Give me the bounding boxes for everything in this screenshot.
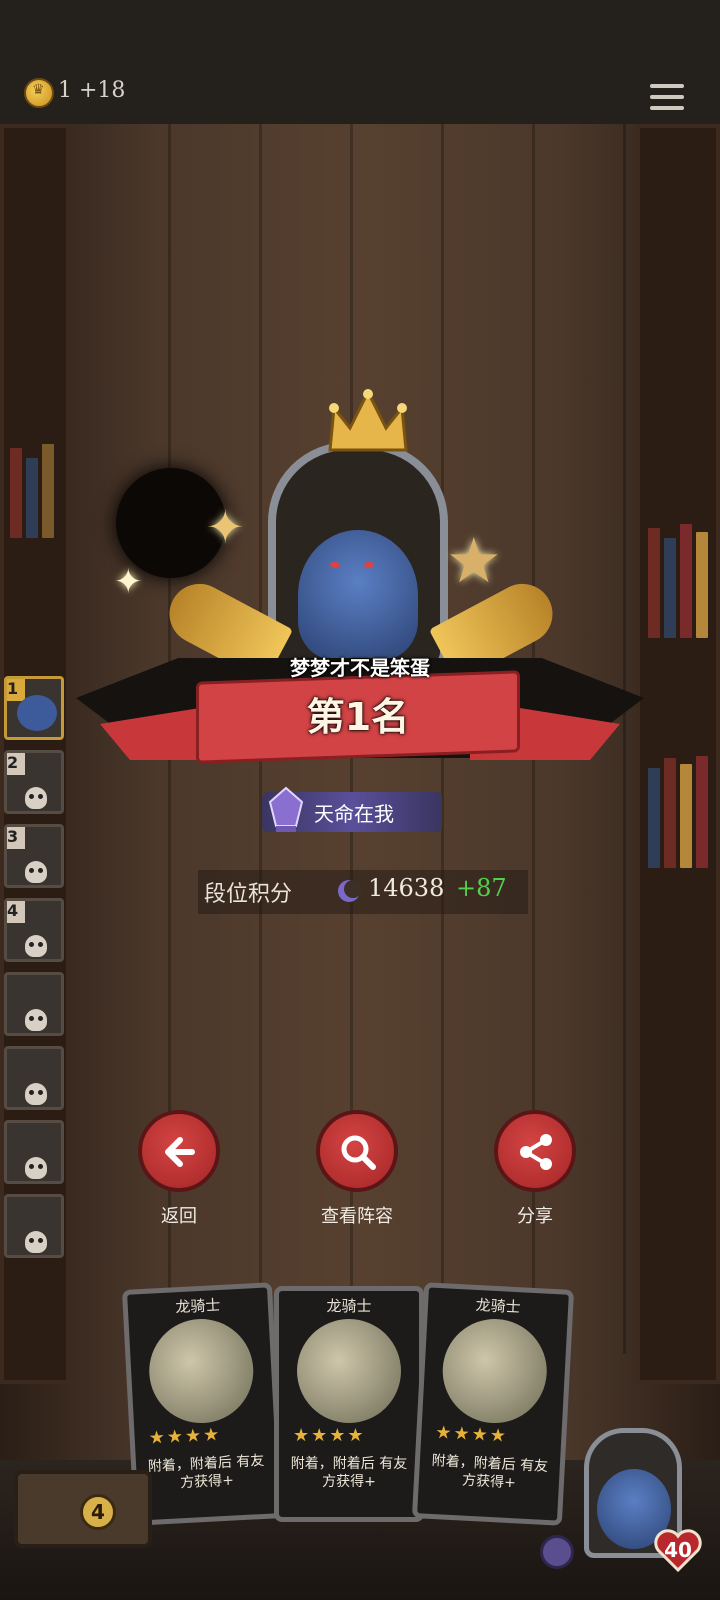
card-name: 龙骑士 <box>174 1295 221 1317</box>
rank-text: 第1名 <box>306 695 410 739</box>
ranking-slot-5[interactable] <box>4 972 64 1036</box>
score-value: 14638 <box>368 874 445 902</box>
blue-monster-avatar <box>17 695 57 731</box>
score-gain: +87 <box>456 874 507 902</box>
coin-count-text: 1 +18 <box>58 78 126 103</box>
ranking-slot-2[interactable]: 2 <box>4 750 64 814</box>
view-lineup-button[interactable] <box>316 1110 398 1192</box>
ranking-number: 2 <box>7 753 25 775</box>
search-icon <box>341 1135 376 1170</box>
winner-portrait-frame <box>268 442 448 672</box>
ranking-slot-8[interactable] <box>4 1194 64 1258</box>
card-stars: ★★★★ <box>148 1424 222 1449</box>
card-description: 附着，附着后 有友方获得+ <box>431 1452 549 1492</box>
skull-icon <box>25 861 47 883</box>
unit-card[interactable]: 龙骑士 ★★★★ 附着，附着后 有友方获得+ <box>274 1286 424 1522</box>
coin-count-badge: 4 <box>80 1494 116 1530</box>
sparkle-star-icon: ✦ <box>206 500 245 554</box>
dragon-knight-art <box>146 1316 256 1426</box>
back-button[interactable] <box>138 1110 220 1192</box>
share-icon <box>520 1134 552 1170</box>
card-description: 附着，附着后 有友方获得+ <box>290 1456 408 1490</box>
skull-icon <box>25 935 47 957</box>
unit-card[interactable]: 龙骑士 ★★★★ 附着，附着后 有友方获得+ <box>411 1282 575 1526</box>
menu-icon[interactable] <box>650 84 684 114</box>
ranking-slot-6[interactable] <box>4 1046 64 1110</box>
card-name: 龙骑士 <box>326 1297 372 1315</box>
ranking-slot-7[interactable] <box>4 1120 64 1184</box>
ranking-number: 4 <box>7 901 25 923</box>
card-name: 龙骑士 <box>475 1295 522 1317</box>
shield-icon[interactable] <box>540 1535 574 1569</box>
dragon-knight-art <box>440 1316 550 1426</box>
back-label: 返回 <box>161 1206 197 1227</box>
health-value: 40 <box>664 1538 692 1562</box>
ranking-slot-1[interactable]: 1 <box>4 676 64 740</box>
share-label: 分享 <box>517 1206 553 1227</box>
title-badge-text: 天命在我 <box>314 802 394 826</box>
skull-icon <box>25 1083 47 1105</box>
ranking-slot-3[interactable]: 3 <box>4 824 64 888</box>
skull-icon <box>25 1009 47 1031</box>
share-button[interactable] <box>494 1110 576 1192</box>
ranking-slot-4[interactable]: 4 <box>4 898 64 962</box>
card-stars: ★★★★ <box>293 1425 366 1446</box>
score-label: 段位积分 <box>204 882 293 907</box>
skull-icon <box>25 1231 47 1253</box>
skull-icon <box>25 787 47 809</box>
card-description: 附着，附着后 有友方获得+ <box>147 1452 265 1492</box>
hanging-star-icon: ★ <box>446 524 502 597</box>
moon-icon <box>338 880 362 902</box>
card-stars: ★★★★ <box>434 1422 509 1447</box>
blue-monster-portrait <box>298 530 418 660</box>
sparkle-star-icon: ✦ <box>114 562 143 602</box>
skull-icon <box>25 1157 47 1179</box>
monster-eyes <box>324 562 384 572</box>
ranking-number: 1 <box>7 679 25 701</box>
ranking-number: 3 <box>7 827 25 849</box>
top-bar <box>0 0 720 124</box>
player-name: 梦梦才不是笨蛋 <box>290 656 430 680</box>
crown-icon <box>328 388 408 452</box>
arrow-left-icon <box>165 1137 195 1167</box>
dragon-knight-art <box>297 1319 401 1423</box>
right-bookshelf <box>636 124 720 1384</box>
trophy-gem-icon <box>268 786 304 832</box>
view-lineup-label: 查看阵容 <box>321 1206 393 1227</box>
crown-coin-icon <box>24 78 54 108</box>
